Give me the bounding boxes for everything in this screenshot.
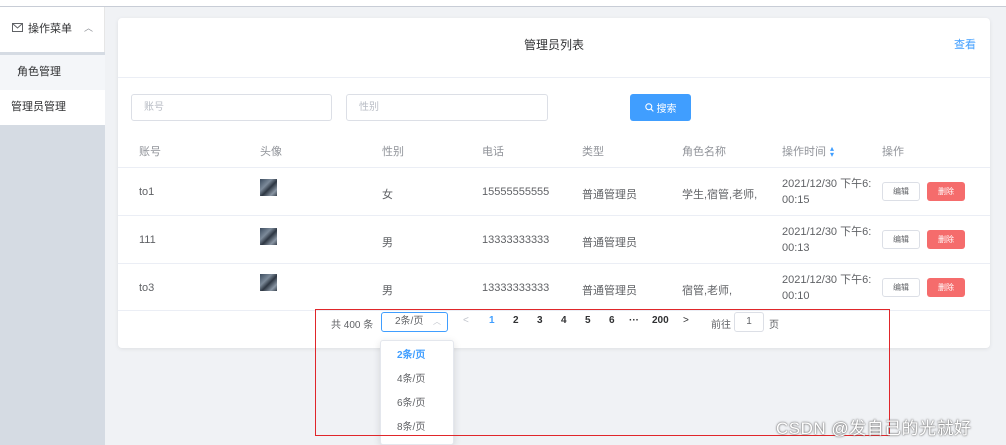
cell-time-line2: 00:10 <box>782 290 810 302</box>
card-header: 管理员列表 查看 <box>118 18 990 78</box>
menu-group-title: 操作菜单 <box>28 23 72 35</box>
column-header-role-name: 角色名称 <box>682 146 726 158</box>
delete-button[interactable]: 删除 <box>927 230 965 249</box>
sex-search-input[interactable] <box>346 94 548 121</box>
column-header-sex: 性别 <box>382 146 404 158</box>
cell-time: 2021/12/30 下午6: 00:13 <box>782 224 871 256</box>
row-divider <box>118 167 990 168</box>
avatar <box>260 274 277 291</box>
sidebar: 操作菜单 ︿ 角色管理 管理员管理 <box>0 7 105 445</box>
cell-phone: 13333333333 <box>482 282 550 294</box>
cell-phone: 15555555555 <box>482 186 550 198</box>
view-link[interactable]: 查看 <box>954 36 976 52</box>
cell-time-line2: 00:15 <box>782 194 810 206</box>
menu-group-header[interactable]: 操作菜单 ︿ <box>0 7 105 52</box>
cell-phone: 13333333333 <box>482 234 550 246</box>
sort-icon[interactable]: ▴ ▾ <box>830 145 834 159</box>
cell-sex: 女 <box>382 189 393 201</box>
column-header-type: 类型 <box>582 146 604 158</box>
cell-roles: 宿管,老师, <box>682 285 733 297</box>
delete-button[interactable]: 删除 <box>927 182 965 201</box>
cell-time: 2021/12/30 下午6: 00:10 <box>782 272 871 304</box>
sidebar-item-admin-management[interactable]: 管理员管理 <box>0 90 105 125</box>
card-title: 管理员列表 <box>523 38 584 52</box>
search-button-label: 搜索 <box>656 104 677 115</box>
cell-sex: 男 <box>382 285 393 297</box>
column-header-account: 账号 <box>139 146 161 158</box>
column-header-actions: 操作 <box>882 146 904 158</box>
cell-type: 普通管理员 <box>582 237 637 249</box>
cell-type: 普通管理员 <box>582 189 637 201</box>
edit-button[interactable]: 编辑 <box>882 182 920 201</box>
cell-roles: 学生,宿管,老师, <box>682 189 758 201</box>
row-divider <box>118 215 990 216</box>
admin-list-card: 管理员列表 查看 搜索 账号 头像 性别 电话 类型 角色名称 操作时间 ▴▾ 操… <box>118 18 990 348</box>
cell-type: 普通管理员 <box>582 285 637 297</box>
edit-button[interactable]: 编辑 <box>882 230 920 249</box>
search-button[interactable]: 搜索 <box>630 94 691 121</box>
watermark: CSDN @发自己的光就好 <box>776 419 972 438</box>
row-divider <box>118 263 990 264</box>
top-bar <box>0 0 1006 7</box>
search-icon <box>644 103 654 112</box>
cell-time-line1: 2021/12/30 下午6: <box>782 274 872 286</box>
edit-button[interactable]: 编辑 <box>882 278 920 297</box>
avatar <box>260 228 277 245</box>
cell-time-line2: 00:13 <box>782 242 810 254</box>
cell-sex: 男 <box>382 237 393 249</box>
mail-icon <box>12 23 23 32</box>
cell-time-line1: 2021/12/30 下午6: <box>782 178 872 190</box>
column-header-phone: 电话 <box>482 146 504 158</box>
column-header-operation-time[interactable]: 操作时间 ▴ ▾ <box>782 143 834 159</box>
column-header-avatar: 头像 <box>260 146 282 158</box>
column-header-operation-time-label: 操作时间 <box>782 146 826 158</box>
cell-account: to1 <box>139 186 155 198</box>
chevron-up-icon: ︿ <box>84 23 94 33</box>
cell-time-line1: 2021/12/30 下午6: <box>782 226 872 238</box>
cell-account: 111 <box>139 234 156 246</box>
cell-time: 2021/12/30 下午6: 00:15 <box>782 176 871 208</box>
avatar <box>260 179 277 196</box>
cell-account: to3 <box>139 282 155 294</box>
account-search-input[interactable] <box>131 94 332 121</box>
sidebar-item-role-management[interactable]: 角色管理 <box>0 55 105 90</box>
delete-button[interactable]: 删除 <box>927 278 965 297</box>
